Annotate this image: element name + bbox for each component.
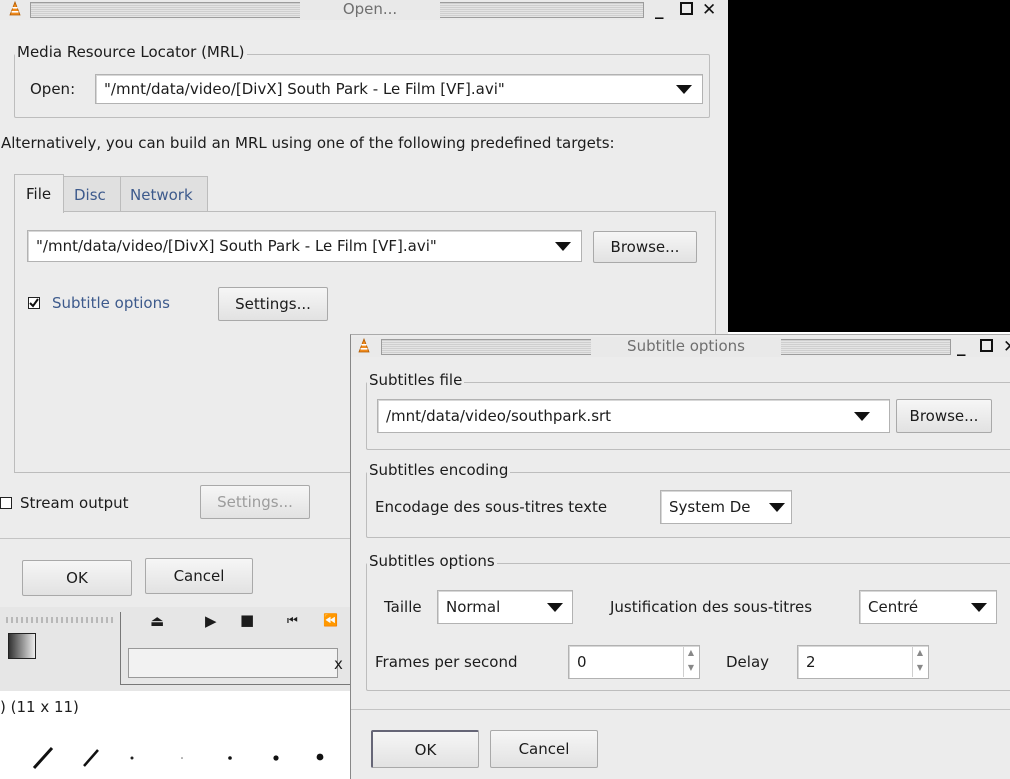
- encoding-value: System De: [669, 498, 751, 516]
- fps-value: 0: [577, 653, 587, 671]
- minimize-icon[interactable]: _: [957, 337, 966, 357]
- maximize-icon[interactable]: [980, 337, 993, 357]
- justification-label: Justification des sous-titres: [610, 598, 813, 616]
- subtitle-settings-button[interactable]: Settings...: [218, 287, 328, 321]
- color-swatch: [8, 633, 36, 659]
- brush-size-icons: [32, 746, 324, 770]
- size-label: ) (11 x 11): [0, 698, 79, 716]
- justification-value: Centré: [868, 598, 919, 616]
- open-cancel-button[interactable]: Cancel: [145, 558, 253, 594]
- subtitle-browse-button[interactable]: Browse...: [896, 399, 992, 433]
- open-label: Open:: [30, 80, 76, 98]
- subtitle-separator: [351, 709, 1010, 710]
- delay-spin-arrows-icon[interactable]: ▲ ▼: [912, 647, 927, 677]
- close-icon[interactable]: ✕: [702, 0, 716, 20]
- stream-settings-button[interactable]: Settings...: [200, 485, 310, 519]
- close-icon[interactable]: ✕: [1003, 337, 1010, 357]
- maximize-icon[interactable]: [680, 0, 693, 20]
- mrl-group-label: Media Resource Locator (MRL): [15, 43, 247, 61]
- previous-icon[interactable]: ⏮: [287, 613, 298, 628]
- open-ok-label: OK: [66, 569, 88, 587]
- vlc-cone-icon: [358, 338, 370, 353]
- player-entry[interactable]: [128, 648, 338, 678]
- subtitle-options-checkbox[interactable]: [28, 297, 40, 309]
- mrl-combobox[interactable]: "/mnt/data/video/[DivX] South Park - Le …: [95, 74, 703, 104]
- stream-output-checkbox[interactable]: [0, 497, 12, 509]
- file-path-combobox[interactable]: "/mnt/data/video/[DivX] South Park - Le …: [27, 230, 582, 262]
- subtitle-titlebar[interactable]: Subtitle options _ ✕: [351, 337, 1010, 357]
- minimize-icon[interactable]: _: [655, 0, 664, 20]
- subtitle-dialog-title: Subtitle options: [591, 337, 781, 357]
- encoding-dropdown-arrow-icon[interactable]: [763, 493, 791, 521]
- mrl-value: "/mnt/data/video/[DivX] South Park - Le …: [104, 80, 505, 98]
- tab-file[interactable]: File: [14, 174, 64, 213]
- size-dropdown-arrow-icon[interactable]: [541, 593, 569, 621]
- stream-settings-label: Settings...: [217, 493, 293, 511]
- tab-file-label: File: [26, 185, 52, 203]
- stop-icon[interactable]: ■: [240, 611, 254, 629]
- delay-spinbox[interactable]: 2 ▲ ▼: [797, 645, 929, 679]
- subtitles-file-label: Subtitles file: [367, 371, 465, 389]
- subtitle-browse-label: Browse...: [909, 407, 979, 425]
- subtitle-cancel-label: Cancel: [518, 740, 570, 758]
- open-dialog-title: Open...: [300, 0, 440, 20]
- size-value: Normal: [446, 598, 501, 616]
- open-ok-button[interactable]: OK: [22, 560, 132, 596]
- alternative-text: Alternatively, you can build an MRL usin…: [1, 134, 615, 152]
- subtitle-settings-label: Settings...: [235, 295, 311, 313]
- stream-output-label[interactable]: Stream output: [20, 494, 129, 512]
- fps-spinbox[interactable]: 0 ▲ ▼: [568, 645, 700, 679]
- video-output-area: [728, 0, 1010, 332]
- justification-dropdown-arrow-icon[interactable]: [965, 593, 993, 621]
- subtitles-encoding-label: Subtitles encoding: [367, 461, 511, 479]
- encoding-label: Encodage des sous-titres texte: [375, 498, 608, 516]
- mrl-dropdown-arrow-icon[interactable]: [670, 75, 698, 103]
- open-cancel-label: Cancel: [173, 567, 225, 585]
- delay-label: Delay: [726, 653, 770, 671]
- fps-label: Frames per second: [375, 653, 518, 671]
- file-browse-label: Browse...: [610, 238, 680, 256]
- fps-spin-arrows-icon[interactable]: ▲ ▼: [683, 647, 698, 677]
- subtitle-ok-button[interactable]: OK: [371, 730, 479, 768]
- eject-icon[interactable]: ⏏: [150, 612, 164, 630]
- subtitles-options-label: Subtitles options: [367, 552, 497, 570]
- check-mark-icon: [29, 298, 39, 308]
- subtitle-file-value: /mnt/data/video/southpark.srt: [386, 407, 612, 425]
- player-handle-grip: [6, 617, 116, 623]
- tab-disc[interactable]: Disc: [63, 176, 121, 211]
- rewind-icon[interactable]: ⏪: [323, 613, 338, 627]
- subtitle-cancel-button[interactable]: Cancel: [490, 730, 598, 768]
- subtitle-dialog: Subtitle options _ ✕ Subtitles file /mnt…: [350, 334, 1010, 779]
- subtitle-options-label[interactable]: Subtitle options: [52, 294, 170, 312]
- subtitle-ok-label: OK: [414, 741, 437, 759]
- player-entry-char: x: [334, 655, 343, 673]
- subtitle-file-dropdown-arrow-icon[interactable]: [848, 402, 876, 430]
- play-icon[interactable]: ▶: [205, 612, 217, 630]
- file-path-value: "/mnt/data/video/[DivX] South Park - Le …: [36, 237, 437, 255]
- tab-network[interactable]: Network: [120, 176, 208, 211]
- file-path-dropdown-arrow-icon[interactable]: [549, 232, 577, 260]
- delay-value: 2: [806, 653, 816, 671]
- vlc-cone-icon: [9, 1, 21, 16]
- tab-network-label: Network: [130, 186, 193, 204]
- tab-disc-label: Disc: [74, 186, 106, 204]
- subtitle-file-combobox[interactable]: /mnt/data/video/southpark.srt: [377, 399, 890, 433]
- size-label: Taille: [384, 598, 422, 616]
- file-browse-button[interactable]: Browse...: [593, 231, 697, 263]
- open-titlebar[interactable]: Open... _ ✕: [0, 0, 728, 20]
